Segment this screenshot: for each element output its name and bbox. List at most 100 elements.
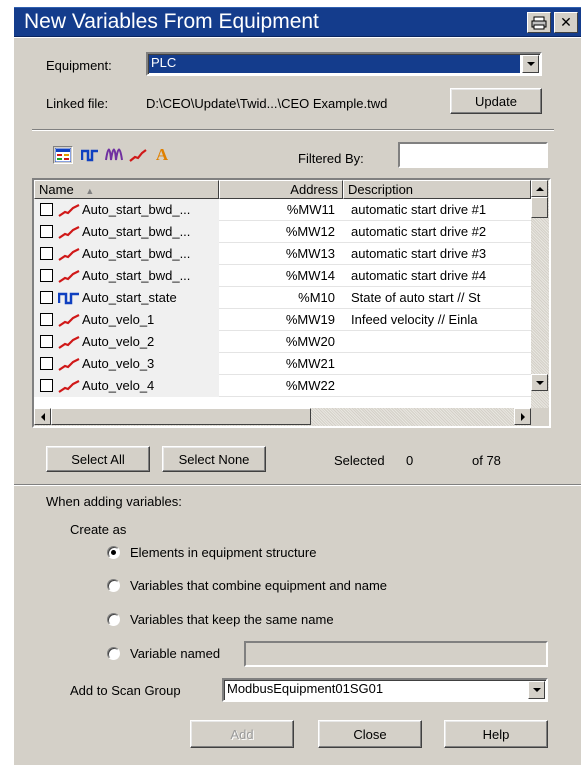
- chevron-down-icon: [532, 688, 541, 692]
- variable-description: automatic start drive #2: [351, 224, 487, 239]
- analog-trend-icon[interactable]: [128, 146, 148, 164]
- radio-combine-equipment-name[interactable]: [107, 579, 120, 592]
- address-cell: %MW22: [219, 375, 343, 397]
- add-button[interactable]: Add: [190, 720, 294, 748]
- column-header-description[interactable]: Description: [343, 180, 531, 199]
- waveform-icon[interactable]: [104, 146, 124, 164]
- option-elements-label[interactable]: Elements in equipment structure: [130, 545, 316, 560]
- variables-list[interactable]: Name ▲ Address Description Auto_start_bw…: [32, 178, 551, 428]
- variable-address: %MW22: [285, 378, 335, 393]
- table-row[interactable]: Auto_start_bwd_... %MW12 automatic start d…: [34, 220, 531, 243]
- print-button[interactable]: [527, 12, 551, 33]
- address-cell: %MW21: [219, 353, 343, 375]
- description-cell: [343, 353, 531, 375]
- description-cell: automatic start drive #4: [343, 265, 531, 287]
- arrow-left-icon: [40, 412, 45, 421]
- table-row[interactable]: Auto_velo_4 %MW22: [34, 374, 531, 397]
- analog-trend-icon: [58, 335, 80, 349]
- variable-address: %MW11: [286, 202, 335, 217]
- variable-address: %MW14: [285, 268, 335, 283]
- scroll-down-button[interactable]: [531, 374, 548, 391]
- row-checkbox[interactable]: [40, 247, 53, 260]
- radio-variable-named[interactable]: [107, 647, 120, 660]
- equipment-select[interactable]: PLC: [146, 52, 542, 76]
- row-checkbox[interactable]: [40, 203, 53, 216]
- description-cell: Infeed velocity // Einla: [343, 309, 531, 331]
- column-header-address[interactable]: Address: [219, 180, 343, 199]
- analog-trend-icon: [58, 225, 80, 239]
- row-checkbox[interactable]: [40, 269, 53, 282]
- dialog-window: New Variables From Equipment ✕ Equipment…: [0, 0, 587, 765]
- table-row[interactable]: Auto_velo_2 %MW20: [34, 330, 531, 353]
- filter-input[interactable]: [398, 142, 548, 168]
- radio-keep-same-name[interactable]: [107, 613, 120, 626]
- scan-group-select[interactable]: ModbusEquipment01SG01: [222, 678, 548, 702]
- name-cell: Auto_start_bwd_...: [34, 198, 219, 221]
- printer-icon: [531, 16, 547, 29]
- horizontal-scrollbar[interactable]: [34, 408, 531, 426]
- scroll-right-button[interactable]: [514, 408, 531, 425]
- vertical-scrollbar[interactable]: [531, 180, 549, 409]
- window-title: New Variables From Equipment: [24, 10, 319, 33]
- scroll-left-button[interactable]: [34, 408, 51, 425]
- column-name-label: Name: [39, 182, 74, 197]
- analog-trend-icon: [58, 357, 80, 371]
- description-cell: [343, 331, 531, 353]
- separator: [32, 129, 554, 131]
- address-cell: %MW11: [219, 199, 343, 221]
- row-checkbox[interactable]: [40, 379, 53, 392]
- option-combine-label[interactable]: Variables that combine equipment and nam…: [130, 578, 387, 593]
- variable-description: Infeed velocity // Einla: [351, 312, 478, 327]
- close-window-button[interactable]: ✕: [554, 12, 578, 33]
- option-variable-named-label[interactable]: Variable named: [130, 646, 220, 661]
- row-checkbox[interactable]: [40, 291, 53, 304]
- letter-a-glyph: A: [155, 145, 169, 164]
- table-row[interactable]: Auto_velo_1 %MW19 Infeed velocity // Einla: [34, 308, 531, 331]
- equipment-dropdown-button[interactable]: [522, 55, 539, 73]
- variable-address: %MW12: [285, 224, 335, 239]
- table-row[interactable]: Auto_start_bwd_... %MW11 automatic start d…: [34, 198, 531, 221]
- analog-trend-icon: [58, 247, 80, 261]
- variable-address: %MW20: [285, 334, 335, 349]
- text-letter-icon[interactable]: A: [152, 145, 172, 164]
- scroll-up-button[interactable]: [531, 180, 548, 197]
- row-checkbox[interactable]: [40, 225, 53, 238]
- title-bar[interactable]: New Variables From Equipment ✕: [14, 7, 581, 37]
- row-checkbox[interactable]: [40, 335, 53, 348]
- variable-description: automatic start drive #1: [351, 202, 487, 217]
- horizontal-scroll-thumb[interactable]: [51, 408, 311, 425]
- row-checkbox[interactable]: [40, 313, 53, 326]
- radio-elements-in-structure[interactable]: [107, 546, 120, 559]
- arrow-up-icon: [535, 186, 544, 191]
- help-button[interactable]: Help: [444, 720, 548, 748]
- update-button[interactable]: Update: [450, 88, 542, 114]
- close-button[interactable]: Close: [318, 720, 422, 748]
- option-keep-name-label[interactable]: Variables that keep the same name: [130, 612, 334, 627]
- linked-file-label: Linked file:: [46, 96, 109, 111]
- select-all-button[interactable]: Select All: [46, 446, 150, 472]
- description-cell: State of auto start // St: [343, 287, 531, 309]
- column-header-name[interactable]: Name ▲: [34, 180, 219, 199]
- description-cell: automatic start drive #3: [343, 243, 531, 265]
- scan-group-value: ModbusEquipment01SG01: [227, 681, 384, 696]
- scan-group-dropdown-button[interactable]: [528, 681, 545, 699]
- table-row[interactable]: Auto_start_bwd_... %MW14 automatic start d…: [34, 264, 531, 287]
- variable-name: Auto_velo_4: [82, 378, 155, 393]
- close-icon: ✕: [560, 14, 572, 30]
- variable-name-input[interactable]: [244, 641, 548, 667]
- row-checkbox[interactable]: [40, 357, 53, 370]
- create-as-label: Create as: [70, 522, 127, 537]
- analog-trend-icon: [58, 313, 80, 327]
- table-view-icon[interactable]: [53, 146, 73, 164]
- variable-name: Auto_velo_2: [82, 334, 155, 349]
- variable-name: Auto_velo_1: [82, 312, 155, 327]
- table-row[interactable]: Auto_start_state %M10 State of auto start …: [34, 286, 531, 309]
- variable-address: %MW13: [285, 246, 335, 261]
- variable-description: automatic start drive #3: [351, 246, 487, 261]
- description-cell: [343, 375, 531, 397]
- vertical-scroll-thumb[interactable]: [531, 197, 548, 218]
- table-row[interactable]: Auto_velo_3 %MW21: [34, 352, 531, 375]
- table-row[interactable]: Auto_start_bwd_... %MW13 automatic start d…: [34, 242, 531, 265]
- digital-signal-icon[interactable]: [80, 146, 100, 164]
- select-none-button[interactable]: Select None: [162, 446, 266, 472]
